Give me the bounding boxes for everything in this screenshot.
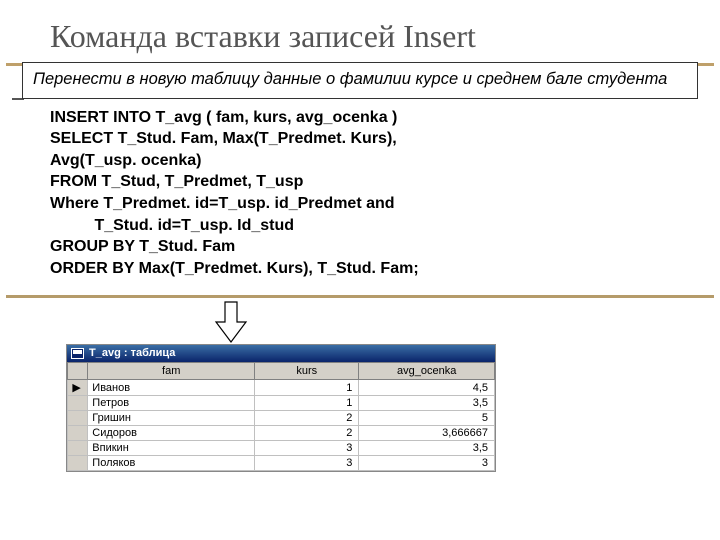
cell-avg: 3 (359, 456, 495, 471)
cell-kurs: 1 (255, 396, 359, 411)
cell-fam: Петров (88, 396, 255, 411)
row-marker (68, 396, 88, 411)
table-row: Гришин 2 5 (68, 411, 495, 426)
table-title: T_avg : таблица (89, 347, 175, 359)
cell-avg: 3,666667 (359, 426, 495, 441)
row-marker (68, 441, 88, 456)
cell-avg: 5 (359, 411, 495, 426)
task-description-box: Перенести в новую таблицу данные о фамил… (22, 62, 698, 99)
divider-line (6, 295, 714, 298)
row-marker (68, 456, 88, 471)
sql-code-block: INSERT INTO T_avg ( fam, kurs, avg_ocenk… (50, 107, 670, 280)
cell-kurs: 2 (255, 411, 359, 426)
row-selector-header (68, 363, 88, 380)
table-window: T_avg : таблица fam kurs avg_ocenka ▶ Ив… (66, 344, 496, 472)
table-row: Петров 1 3,5 (68, 396, 495, 411)
row-marker (68, 426, 88, 441)
table-row: ▶ Иванов 1 4,5 (68, 380, 495, 396)
data-table: fam kurs avg_ocenka ▶ Иванов 1 4,5 Петро… (67, 362, 495, 471)
row-marker-current: ▶ (68, 380, 88, 396)
cell-fam: Иванов (88, 380, 255, 396)
table-icon (71, 348, 84, 359)
cell-kurs: 3 (255, 441, 359, 456)
column-header-avg: avg_ocenka (359, 363, 495, 380)
cell-kurs: 3 (255, 456, 359, 471)
cell-fam: Гришин (88, 411, 255, 426)
cell-avg: 4,5 (359, 380, 495, 396)
cell-fam: Поляков (88, 456, 255, 471)
column-header-kurs: kurs (255, 363, 359, 380)
down-arrow-icon (210, 300, 252, 344)
table-row: Поляков 3 3 (68, 456, 495, 471)
cell-kurs: 1 (255, 380, 359, 396)
arrow-container (0, 304, 720, 344)
cell-kurs: 2 (255, 426, 359, 441)
table-titlebar: T_avg : таблица (67, 345, 495, 362)
cell-fam: Сидоров (88, 426, 255, 441)
row-marker (68, 411, 88, 426)
column-header-fam: fam (88, 363, 255, 380)
table-row: Сидоров 2 3,666667 (68, 426, 495, 441)
cell-avg: 3,5 (359, 396, 495, 411)
slide-title: Команда вставки записей Insert (0, 0, 720, 63)
task-description-text: Перенести в новую таблицу данные о фамил… (33, 70, 667, 88)
table-header-row: fam kurs avg_ocenka (68, 363, 495, 380)
cell-fam: Впикин (88, 441, 255, 456)
cell-avg: 3,5 (359, 441, 495, 456)
table-row: Впикин 3 3,5 (68, 441, 495, 456)
